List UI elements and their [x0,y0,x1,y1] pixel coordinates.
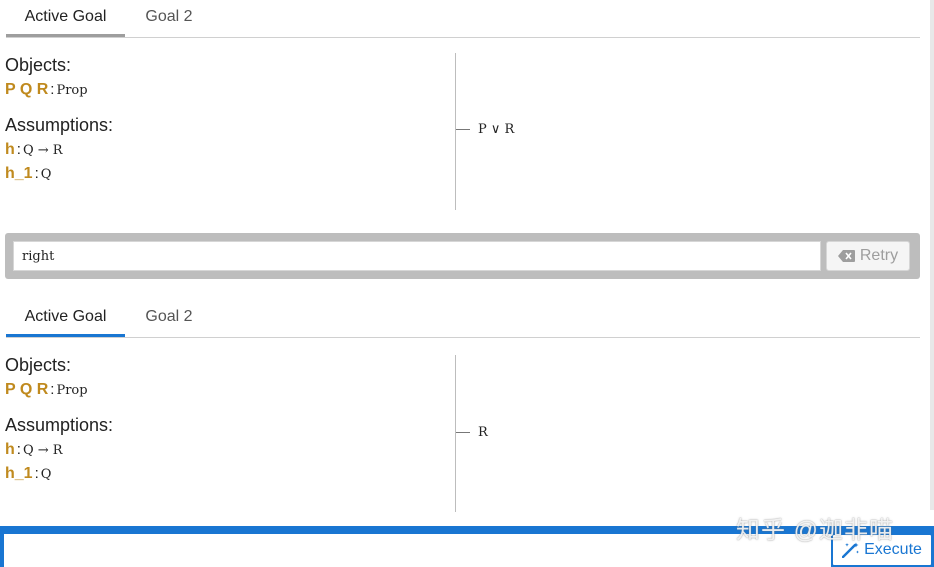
assumption-name: h [5,141,15,158]
assumptions-heading: Assumptions: [5,415,114,435]
execute-button[interactable]: Execute [832,534,932,566]
turnstile-icon [456,129,470,130]
hypotheses-list: Objects: P Q R: Prop Assumptions: h:Q → R… [5,352,445,486]
tab-goal-2[interactable]: Goal 2 [125,300,213,334]
object-type: Prop [56,83,88,98]
goal-target: P ∨ R [456,120,514,140]
goal-tabs: Active Goal Goal 2 [6,0,920,38]
execute-label: Execute [864,541,922,558]
hyp-colon: : [34,165,39,182]
tab-goal-2[interactable]: Goal 2 [125,0,213,34]
assumption-type: Q [40,167,52,182]
tactic-input[interactable] [4,534,831,567]
object-type: Prop [56,383,88,398]
assumption-line: h_1: Q [5,162,445,186]
tab-active-goal[interactable]: Active Goal [6,300,125,337]
objects-heading: Objects: [5,355,72,375]
command-text-field[interactable] [13,241,821,271]
hyp-colon: : [16,441,21,458]
assumptions-heading: Assumptions: [5,115,114,135]
assumption-type: Q → R [22,443,63,458]
goal-target-text: R [478,425,488,440]
object-line: P Q R: Prop [5,78,445,102]
goal-panel-after: Active Goal Goal 2 Objects: P Q R: Prop A… [0,300,934,520]
turnstile-icon [456,432,470,433]
object-line: P Q R: Prop [5,378,445,402]
assumption-line: h:Q → R [5,438,445,462]
goal-target: R [456,423,488,443]
assumption-line: h:Q → R [5,138,445,162]
assumption-name: h [5,441,15,458]
goal-tabs: Active Goal Goal 2 [6,300,920,338]
retry-label: Retry [859,247,899,264]
goal-panel-before: Active Goal Goal 2 Objects: P Q R: Prop A… [0,0,934,228]
scrollbar-thumb[interactable] [930,0,934,510]
assumption-line: h_1: Q [5,462,445,486]
objects-heading: Objects: [5,55,72,75]
hypotheses-list: Objects: P Q R: Prop Assumptions: h:Q → R… [5,52,445,186]
assumption-name: h_1 [5,465,33,482]
tab-active-goal[interactable]: Active Goal [6,0,125,37]
magic-wand-icon [842,542,860,558]
hyp-colon: : [16,141,21,158]
object-names: P Q R [5,381,49,398]
retry-button[interactable]: Retry [826,241,910,271]
assumption-name: h_1 [5,165,33,182]
tactic-input-bar: Execute [0,526,934,567]
command-history-bar: Retry [5,233,920,279]
hyp-colon: : [34,465,39,482]
backspace-icon [837,250,855,262]
scrollbar[interactable] [928,0,934,510]
assumption-type: Q [40,467,52,482]
object-names: P Q R [5,81,49,98]
goal-target-text: P ∨ R [478,122,515,137]
assumption-type: Q → R [22,143,63,158]
